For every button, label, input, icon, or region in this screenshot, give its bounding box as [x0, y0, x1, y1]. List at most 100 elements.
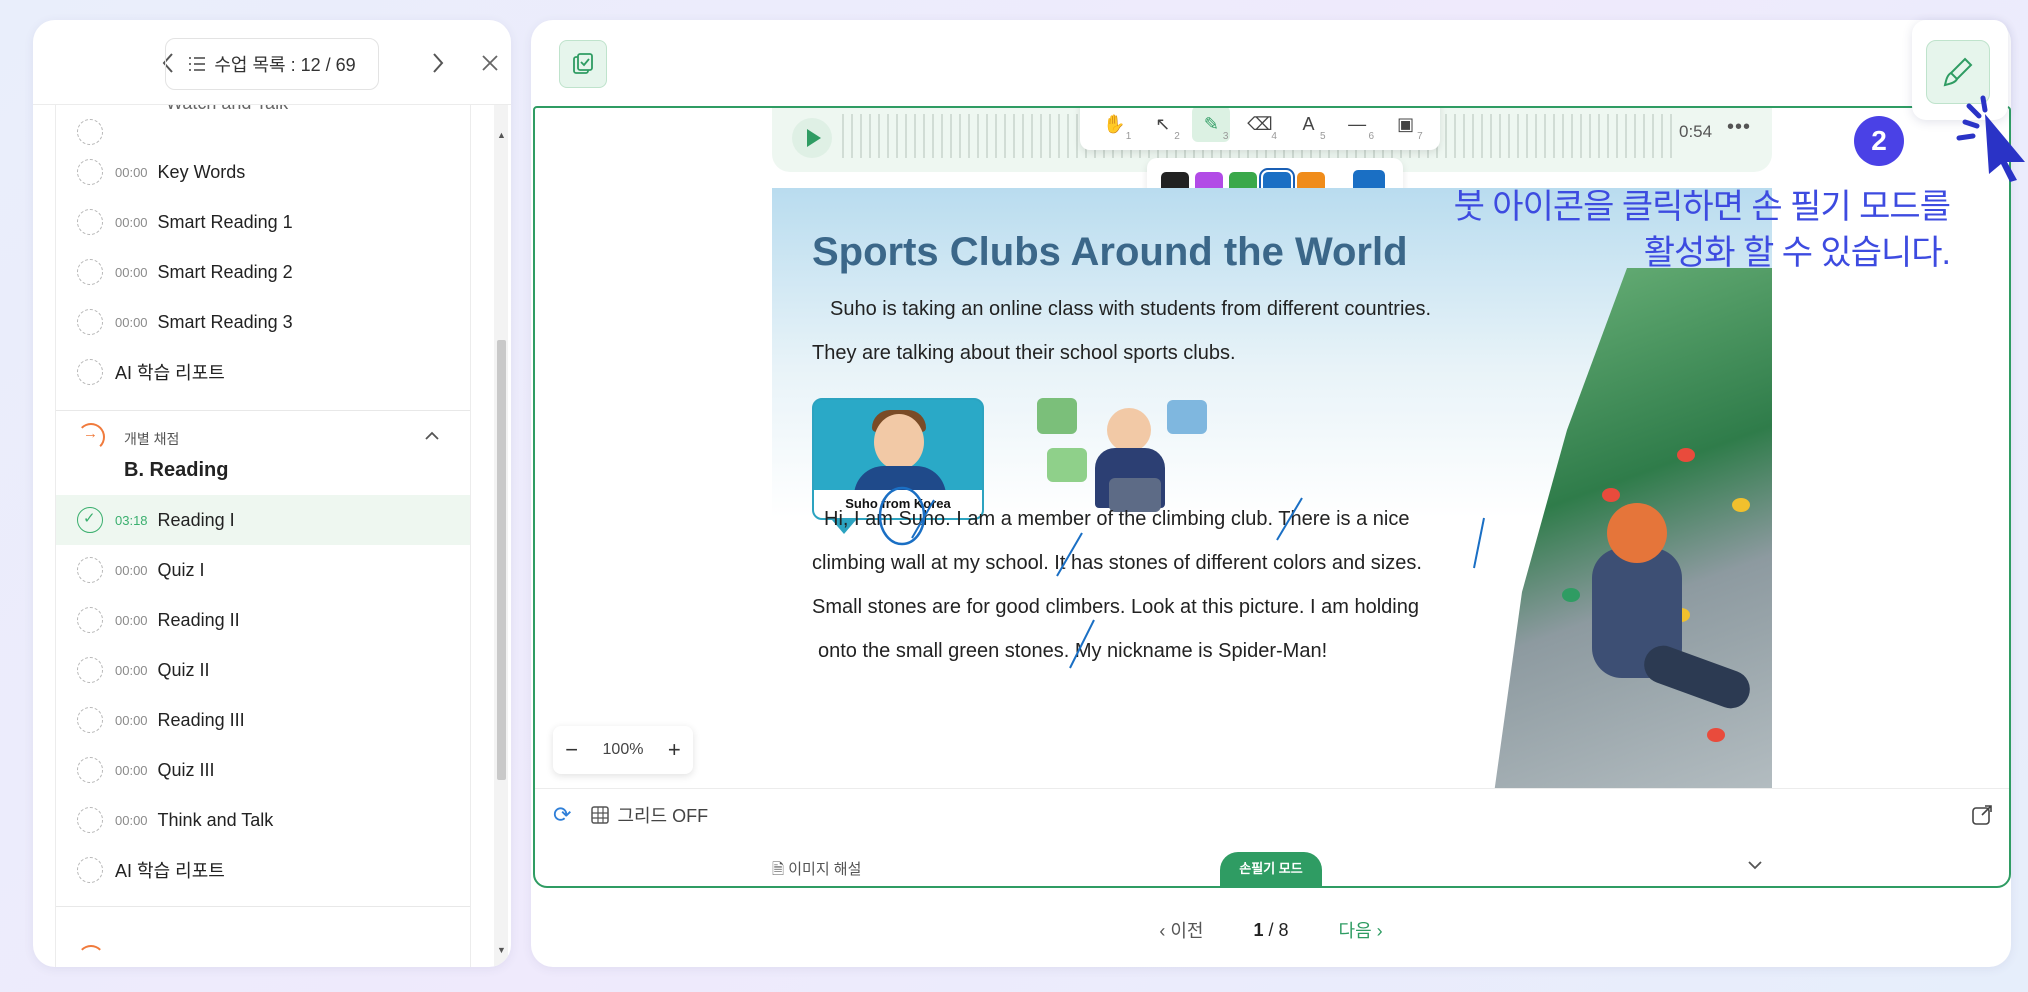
status-circle-icon — [77, 309, 103, 335]
list-item[interactable]: 00:00 Smart Reading 1 — [56, 197, 470, 247]
zoom-in-button[interactable]: + — [668, 737, 681, 763]
status-circle-icon — [77, 857, 103, 883]
divider — [56, 906, 470, 907]
item-time: 00:00 — [115, 314, 148, 330]
page-navigation: ‹ 이전 1 / 8 다음 › — [531, 910, 2011, 950]
page-indicator: 1 / 8 — [1253, 919, 1289, 940]
zoom-control: − 100% + — [553, 726, 693, 774]
line-icon[interactable]: —6 — [1338, 108, 1376, 143]
brush-icon — [1943, 57, 1973, 87]
eraser-icon[interactable]: ⌫ 4 — [1241, 108, 1279, 143]
item-time: 03:18 — [115, 512, 148, 528]
list-item-ai-report[interactable]: AI 학습 리포트 — [56, 347, 470, 397]
list-item[interactable]: 00:00 Quiz I — [56, 545, 470, 595]
zoom-out-button[interactable]: − — [565, 737, 578, 763]
annotation-line-2: 활성화 할 수 있습니다. — [1643, 234, 1951, 272]
close-panel-button[interactable] — [473, 46, 507, 80]
annotation-line-1: 붓 아이콘을 클릭하면 손 필기 모드를 — [1453, 188, 1951, 226]
prev-page-button[interactable]: ‹ 이전 — [1159, 917, 1203, 943]
chevron-down-icon[interactable] — [1747, 854, 1763, 875]
close-icon — [482, 55, 498, 71]
status-circle-icon — [77, 359, 103, 385]
chevron-right-icon — [433, 53, 444, 73]
image-description-button[interactable]: 🗎 이미지 해설 — [772, 858, 861, 884]
section-title: B. Reading — [124, 459, 229, 481]
list-item[interactable]: 00:00 Quiz III — [56, 745, 470, 795]
more-icon[interactable]: ••• — [1727, 116, 1751, 139]
image-icon[interactable]: ▣ 7 — [1387, 108, 1425, 143]
pen-icon[interactable]: ✎ 3 — [1192, 108, 1231, 142]
list-item[interactable]: 00:00 Smart Reading 3 — [56, 297, 470, 347]
list-item-ai-report[interactable]: AI 학습 리포트 — [56, 845, 470, 895]
item-label: Smart Reading 1 — [157, 211, 293, 232]
image-description-label: 이미지 해설 — [788, 861, 862, 878]
status-circle-icon — [77, 757, 103, 783]
item-time: 00:00 — [115, 712, 148, 728]
section-header-reading[interactable]: 개별 채점 B. Reading — [56, 415, 470, 495]
list-icon — [189, 57, 206, 71]
check-circle-icon — [77, 507, 103, 533]
handwriting-mode-tab[interactable]: 손필기 모드 — [1220, 852, 1322, 886]
hand-icon[interactable]: ✋ 1 — [1095, 108, 1133, 143]
list-item[interactable]: 00:00 Think and Talk — [56, 795, 470, 845]
item-label: AI 학습 리포트 — [115, 861, 225, 881]
item-label: Quiz III — [157, 759, 215, 780]
list-item-active[interactable]: 03:18 Reading I — [56, 495, 470, 545]
play-button[interactable] — [792, 118, 832, 158]
status-circle-icon — [77, 259, 103, 285]
list-item[interactable]: 00:00 Smart Reading 2 — [56, 247, 470, 297]
status-circle-icon — [77, 657, 103, 683]
content-panel: 0:54 ••• ✋ 1 ↖ 2 ✎ 3 ⌫ 4 A5 —6 ▣ 7 Sports Clu… — [531, 20, 2011, 967]
document-icon: 🗎 — [772, 861, 785, 878]
next-page-button[interactable]: 다음 › — [1339, 917, 1383, 943]
scrollbar[interactable]: ▲ ▼ — [494, 105, 508, 967]
item-time: 00:00 — [115, 762, 148, 778]
item-time: 00:00 — [115, 214, 148, 230]
list-item[interactable]: 00:00 Reading II — [56, 595, 470, 645]
lesson-list: Watch and Talk 00:00 Key Words 00:00 Sma… — [55, 105, 471, 967]
divider — [56, 410, 470, 411]
pointer-icon[interactable]: ↖ 2 — [1144, 108, 1182, 143]
item-time: 00:00 — [115, 164, 148, 180]
scroll-down-icon[interactable]: ▼ — [497, 945, 506, 955]
item-label: Reading II — [157, 609, 240, 630]
divider — [535, 788, 2009, 789]
list-item[interactable]: 00:00 Reading III — [56, 695, 470, 745]
refresh-icon[interactable]: ⟳ — [553, 802, 571, 828]
item-label: Smart Reading 2 — [157, 261, 293, 282]
status-circle-icon — [77, 807, 103, 833]
audio-time: 0:54 — [1679, 122, 1713, 141]
next-lesson-button[interactable] — [421, 46, 455, 80]
list-item[interactable]: 00:00 Key Words — [56, 147, 470, 197]
text-icon[interactable]: A5 — [1290, 108, 1328, 143]
step-badge: 2 — [1854, 116, 1904, 166]
lesson-list-label: 수업 목록 : 12 / 69 — [214, 55, 356, 75]
external-link-icon[interactable] — [1971, 804, 1993, 832]
bottom-toolbar: ⟳ 그리드 OFF — [553, 802, 708, 828]
chevron-up-icon[interactable] — [424, 425, 440, 446]
status-circle-icon — [77, 607, 103, 633]
grid-toggle-button[interactable]: 그리드 OFF — [591, 802, 708, 828]
item-label: AI 학습 리포트 — [115, 363, 225, 383]
lesson-list-button[interactable]: 수업 목록 : 12 / 69 — [165, 38, 379, 90]
zoom-level: 100% — [602, 741, 644, 758]
drawing-toolbar: ✋ 1 ↖ 2 ✎ 3 ⌫ 4 A5 —6 ▣ 7 — [1080, 108, 1440, 150]
layers-button[interactable] — [559, 40, 607, 88]
item-time: 00:00 — [115, 812, 148, 828]
item-time: 00:00 — [115, 264, 148, 280]
status-circle-icon — [77, 159, 103, 185]
grid-label: 그리드 OFF — [617, 806, 709, 826]
layers-icon — [573, 53, 593, 74]
item-label: Reading III — [157, 709, 245, 730]
item-label: Key Words — [157, 161, 246, 182]
scroll-up-icon[interactable]: ▲ — [497, 130, 506, 140]
lesson-list-header: 수업 목록 : 12 / 69 — [33, 20, 511, 105]
section-tag: 개별 채점 — [124, 431, 180, 447]
list-item[interactable]: 00:00 Quiz II — [56, 645, 470, 695]
textbook-page: Sports Clubs Around the World Suho is ta… — [772, 188, 1772, 788]
item-time: 00:00 — [115, 562, 148, 578]
scrollbar-thumb[interactable] — [497, 340, 506, 780]
status-circle-icon — [77, 209, 103, 235]
item-label: Smart Reading 3 — [157, 311, 293, 332]
status-circle-icon — [77, 557, 103, 583]
